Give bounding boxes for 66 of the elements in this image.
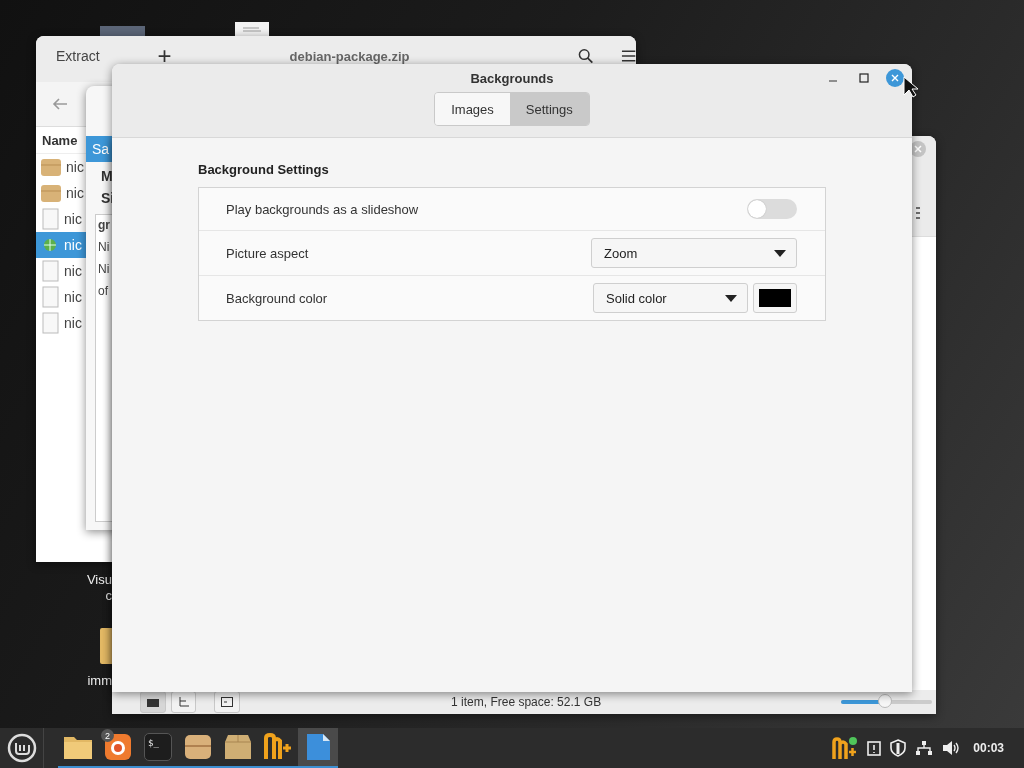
menu-icon[interactable] — [916, 207, 920, 219]
file-row[interactable]: nic — [36, 258, 86, 284]
tab[interactable]: Images — [435, 93, 510, 125]
file-row[interactable]: nic — [36, 154, 86, 180]
setting-label: Picture aspect — [226, 245, 310, 261]
notes-app-icon — [264, 733, 292, 761]
taskbar-app[interactable]: $_ — [138, 728, 178, 768]
document-icon — [304, 733, 332, 761]
status-text: 1 item, Free space: 52.1 GB — [451, 695, 603, 709]
network-icon[interactable] — [915, 740, 934, 756]
caret-icon — [774, 249, 786, 257]
package-icon — [224, 734, 252, 760]
sidebar-icon — [221, 697, 234, 707]
search-icon[interactable] — [578, 48, 594, 64]
setting-label: Background color — [226, 290, 329, 306]
browser-icon — [104, 733, 132, 761]
window-title: debian-package.zip — [289, 48, 411, 64]
update-manager-icon[interactable] — [832, 736, 859, 760]
close-icon[interactable] — [886, 69, 904, 87]
box-icon — [184, 734, 212, 760]
package-icon — [40, 183, 62, 203]
desktop-icon-label: c — [105, 588, 112, 604]
notification-badge: 2 — [101, 729, 114, 742]
file-icon — [40, 312, 60, 334]
color-button[interactable] — [753, 283, 797, 313]
volume-icon[interactable] — [942, 740, 961, 756]
section-title: Background Settings — [198, 162, 330, 177]
clock[interactable]: 00:03 — [973, 741, 1004, 755]
file-row[interactable]: nic — [36, 310, 86, 336]
file-icon — [40, 208, 60, 230]
terminal-icon: $_ — [144, 733, 172, 761]
mint-logo-icon — [6, 733, 37, 763]
file-row[interactable]: nic — [36, 206, 86, 232]
setting-label: Play backgrounds as a slideshow — [226, 201, 420, 217]
cursor-icon — [903, 76, 919, 98]
clipboard-icon[interactable] — [867, 740, 882, 756]
back-arrow-icon[interactable] — [52, 97, 68, 111]
desktop-icon-label: Visu — [86, 572, 112, 588]
file-icon — [40, 286, 60, 308]
desktop-icon-label: imm — [87, 673, 112, 689]
tab[interactable]: Settings — [509, 93, 589, 125]
window-title: Backgrounds — [470, 71, 554, 86]
box-text: Ni — [98, 241, 110, 254]
sidebar-toggle-button[interactable] — [214, 691, 241, 713]
file-icon — [40, 260, 60, 282]
box-title: gr — [98, 219, 110, 232]
places-button[interactable] — [140, 691, 166, 713]
toggle-switch[interactable] — [747, 199, 797, 219]
add-button[interactable]: + — [157, 44, 172, 68]
folder-icon — [63, 734, 93, 760]
taskbar-app[interactable]: 2 — [98, 728, 138, 768]
package-icon — [40, 157, 62, 177]
extract-button[interactable]: Extract — [56, 48, 100, 64]
box-text: of — [98, 285, 108, 298]
tree-icon — [177, 697, 190, 707]
box-text: Ni — [98, 263, 110, 276]
menu-icon[interactable] — [620, 49, 636, 63]
shield-icon[interactable] — [890, 739, 907, 757]
caret-icon — [725, 294, 737, 302]
dialog-heading: M — [101, 168, 113, 184]
dropdown[interactable]: Zoom — [591, 238, 797, 268]
file-row[interactable]: nic — [36, 180, 86, 206]
dropdown[interactable]: Solid color — [593, 283, 748, 313]
folder-icon — [146, 697, 159, 707]
slider-thumb[interactable] — [877, 694, 892, 708]
file-row[interactable]: nic — [36, 284, 86, 310]
